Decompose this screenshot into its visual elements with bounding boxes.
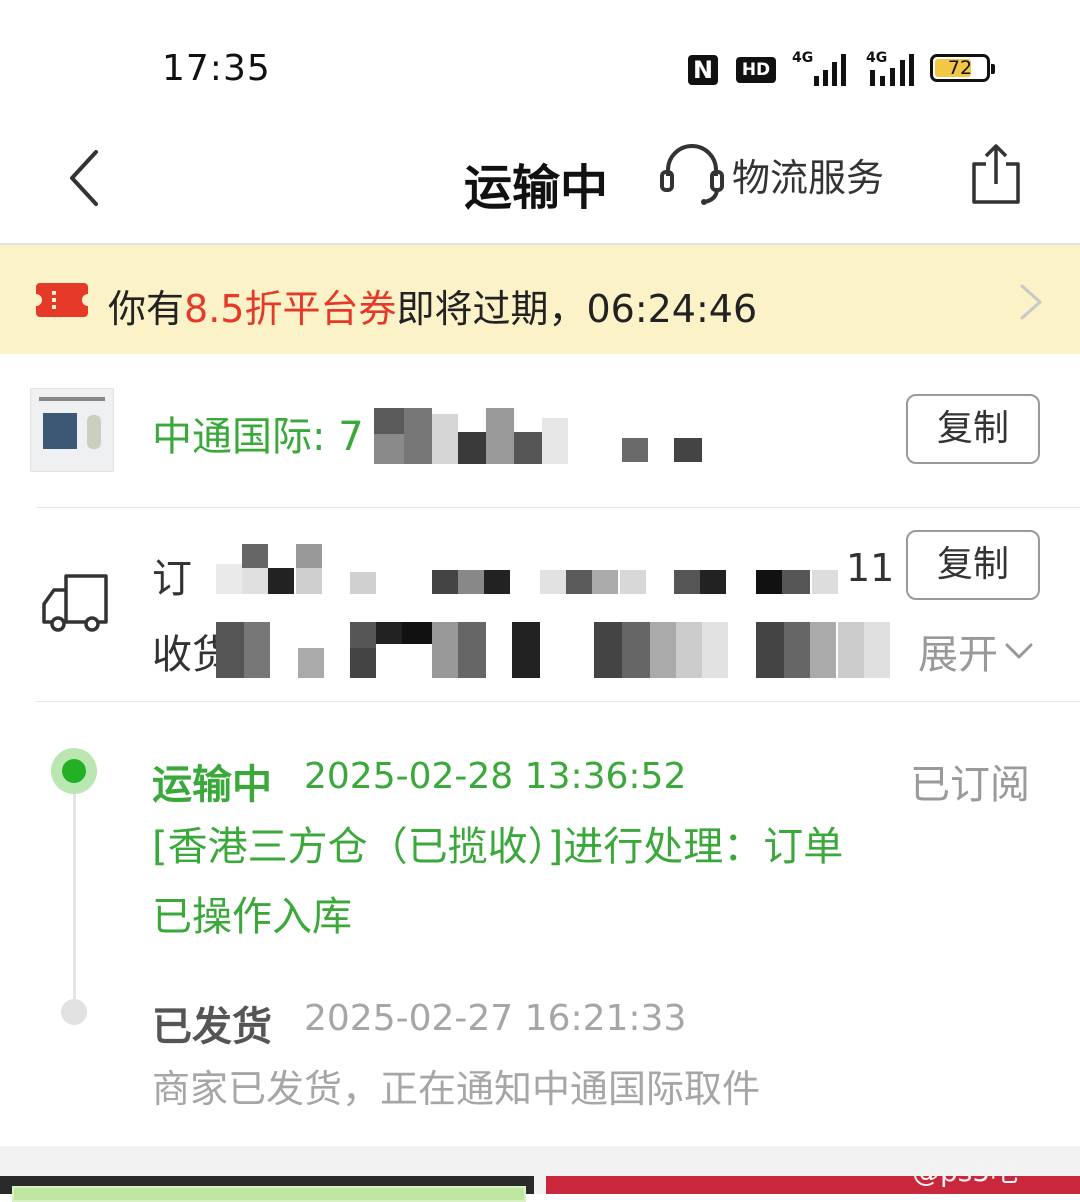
event-detail: [香港三方仓（已揽收）]进行处理：订单已操作入库: [152, 824, 844, 940]
chevron-down-icon: [1005, 643, 1033, 659]
copy-tracking-button[interactable]: 复制: [906, 394, 1040, 464]
hd-voice-icon: HD: [736, 57, 776, 83]
page-title: 运输中: [464, 160, 609, 216]
back-chevron-icon[interactable]: [68, 150, 100, 206]
chevron-right-icon[interactable]: [1018, 282, 1044, 322]
headset-icon: [660, 144, 724, 205]
timeline-line: [73, 790, 76, 1010]
tracking-carrier: 中通国际: 7: [152, 414, 364, 460]
coupon-suffix: 即将过期，: [396, 287, 587, 331]
logistics-service-label: 物流服务: [732, 155, 885, 200]
truck-icon: [42, 574, 108, 632]
coupon-prefix: 你有: [108, 287, 185, 331]
signal-strength-icon: 4G: [792, 50, 852, 86]
coupon-message: 你有8.5折平台券即将过期，06:24:46: [108, 278, 757, 333]
event-time: 2025-02-28 13:36:52: [304, 756, 687, 797]
timeline-dot: [61, 999, 87, 1025]
event-status: 已发货: [152, 1004, 272, 1050]
divider: [36, 701, 1080, 702]
signal-strength-icon-2: 4G: [866, 50, 916, 86]
battery-icon: 72: [930, 54, 995, 82]
redacted-order-number: [200, 544, 840, 598]
expand-label: 展开: [918, 632, 998, 678]
product-thumbnail[interactable]: [30, 388, 114, 472]
order-number-label: 订: [152, 556, 192, 602]
coupon-countdown: 06:24:46: [586, 287, 758, 331]
order-number-tail: 11: [846, 546, 895, 590]
battery-level: 72: [947, 57, 973, 79]
copy-order-button[interactable]: 复制: [906, 530, 1040, 600]
coupon-ticket-icon: [30, 283, 94, 317]
signal-type-label-2: 4G: [866, 50, 888, 66]
recommendation-card[interactable]: [0, 1176, 534, 1202]
redacted-receiver-info: [216, 622, 892, 678]
coupon-highlight: 8.5折平台券: [184, 287, 397, 331]
logistics-service-button[interactable]: 物流服务: [658, 142, 884, 206]
event-time: 2025-02-27 16:21:33: [304, 998, 687, 1039]
event-detail: 商家已发货，正在通知中通国际取件: [152, 1067, 761, 1111]
subscribed-status[interactable]: 已订阅: [910, 752, 1030, 810]
watermark: @ps5吧: [912, 1155, 1019, 1188]
redacted-tracking-number: [374, 408, 714, 464]
event-status: 运输中: [152, 762, 272, 808]
expand-button[interactable]: 展开: [918, 622, 1034, 680]
timeline-dot-active: [51, 748, 97, 794]
status-time: 17:35: [162, 48, 271, 89]
signal-type-label: 4G: [792, 50, 814, 66]
nfc-icon: N: [688, 55, 718, 85]
divider: [36, 507, 1080, 508]
share-icon[interactable]: [970, 142, 1022, 206]
